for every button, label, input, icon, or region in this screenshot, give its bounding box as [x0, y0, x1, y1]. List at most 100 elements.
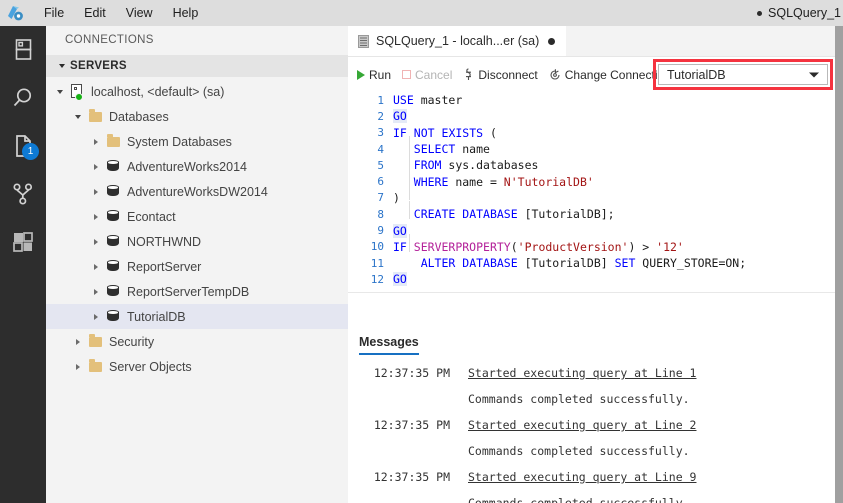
disconnect-plug-icon: [463, 68, 474, 81]
folder-icon: [86, 334, 104, 347]
tree-item[interactable]: ReportServer: [46, 254, 348, 279]
code-line: 12 GO: [348, 271, 843, 287]
tree-item-label: AdventureWorks2014: [127, 159, 247, 174]
tree-item[interactable]: localhost, <default> (sa): [46, 79, 348, 104]
app-window: File Edit View Help SQLQuery_1 1 CONNECT…: [0, 0, 843, 503]
code-line: 4 SELECT name: [348, 141, 843, 157]
message-link[interactable]: Started executing query at Line 1: [468, 366, 696, 380]
message-row: 12:37:35 PM Started executing query at Li…: [348, 360, 843, 386]
chevron-right-icon[interactable]: [88, 238, 104, 245]
indent-guide: [409, 234, 410, 252]
app-logo-icon: [6, 4, 24, 22]
code-line: 1 USE master: [348, 92, 843, 108]
code-line-text: USE master: [393, 93, 463, 108]
tree-item-label: localhost, <default> (sa): [91, 84, 225, 99]
menu-help[interactable]: Help: [163, 0, 209, 26]
activity-item-servers[interactable]: [0, 26, 46, 74]
chevron-right-icon[interactable]: [70, 338, 86, 345]
sql-code-editor[interactable]: 1 USE master 2 GO 3 IF NOT EXISTS (4 SELECT n…: [348, 92, 843, 293]
message-text: Commands completed successfully.: [468, 392, 690, 406]
line-number: 9: [377, 224, 384, 238]
chevron-right-icon[interactable]: [88, 213, 104, 220]
extensions-icon: [12, 231, 34, 253]
message-text: Commands completed successfully.: [468, 496, 690, 503]
tree-item[interactable]: TutorialDB: [46, 304, 348, 329]
line-number: 2: [377, 109, 384, 123]
database-icon: [104, 310, 122, 323]
run-button[interactable]: Run: [357, 68, 391, 82]
source-control-branch-icon: [12, 182, 34, 206]
message-timestamp: 12:37:35 PM: [373, 470, 450, 484]
database-dropdown[interactable]: TutorialDB: [658, 64, 828, 85]
sidebar: CONNECTIONS SERVERS localhost, <default>…: [46, 26, 348, 503]
message-row: Commands completed successfully.: [348, 386, 843, 412]
tree-item[interactable]: NORTHWND: [46, 229, 348, 254]
line-number: 10: [370, 240, 384, 254]
database-icon: [104, 210, 122, 223]
menu-bar: File Edit View Help: [34, 0, 208, 26]
tree-item[interactable]: Econtact: [46, 204, 348, 229]
chevron-right-icon[interactable]: [88, 288, 104, 295]
code-line-text: IF SERVERPROPERTY('ProductVersion') > '1…: [393, 239, 684, 254]
chevron-right-icon[interactable]: [88, 263, 104, 270]
message-link[interactable]: Started executing query at Line 2: [468, 418, 696, 432]
tree-item-label: ReportServerTempDB: [127, 284, 250, 299]
chevron-down-icon[interactable]: [70, 114, 86, 119]
menu-file[interactable]: File: [34, 0, 74, 26]
disconnect-button[interactable]: Disconnect: [463, 68, 538, 82]
messages-panel: Messages 12:37:35 PM Started executing qu…: [348, 327, 843, 503]
explorer-badge: 1: [22, 143, 39, 160]
chevron-down-icon[interactable]: [52, 89, 68, 94]
tab-sqlquery-1[interactable]: SQLQuery_1 - localh...er (sa): [348, 26, 567, 56]
activity-item-source-control[interactable]: [0, 170, 46, 218]
tree-item[interactable]: ReportServerTempDB: [46, 279, 348, 304]
line-number: 6: [377, 175, 384, 189]
database-icon: [104, 285, 122, 298]
tree-item[interactable]: AdventureWorksDW2014: [46, 179, 348, 204]
message-link[interactable]: Started executing query at Line 9: [468, 470, 696, 484]
tree-item[interactable]: Databases: [46, 104, 348, 129]
activity-item-search[interactable]: [0, 74, 46, 122]
sidebar-title: CONNECTIONS: [46, 26, 348, 55]
messages-tabstrip: Messages: [348, 327, 843, 355]
title-bar: File Edit View Help SQLQuery_1: [0, 0, 843, 26]
activity-item-extensions[interactable]: [0, 218, 46, 266]
chevron-right-icon[interactable]: [70, 363, 86, 370]
tree-item[interactable]: System Databases: [46, 129, 348, 154]
line-number: 1: [377, 93, 384, 107]
code-line: 10 IF SERVERPROPERTY('ProductVersion') > …: [348, 239, 843, 255]
run-label: Run: [369, 67, 392, 82]
folder-icon: [86, 109, 104, 122]
message-row: 12:37:35 PM Started executing query at Li…: [348, 464, 843, 490]
cancel-button[interactable]: Cancel: [402, 68, 452, 82]
message-row: Commands completed successfully.: [348, 438, 843, 464]
database-icon: [104, 260, 122, 273]
message-row: Commands completed successfully.: [348, 490, 843, 503]
window-title: SQLQuery_1: [757, 0, 843, 26]
line-number: 3: [377, 126, 384, 140]
activity-item-explorer[interactable]: 1: [0, 122, 46, 170]
menu-edit[interactable]: Edit: [74, 0, 116, 26]
chevron-right-icon[interactable]: [88, 188, 104, 195]
menu-view[interactable]: View: [116, 0, 163, 26]
database-dropdown-value: TutorialDB: [667, 67, 726, 82]
code-line: 6 WHERE name = N'TutorialDB': [348, 173, 843, 189]
tab-messages[interactable]: Messages: [359, 335, 419, 355]
tree-item[interactable]: Server Objects: [46, 354, 348, 379]
play-icon: [357, 69, 365, 80]
code-line-text: GO: [393, 109, 407, 124]
database-icon: [104, 185, 122, 198]
tree-item[interactable]: AdventureWorks2014: [46, 154, 348, 179]
chevron-right-icon[interactable]: [88, 313, 104, 320]
message-timestamp: 12:37:35 PM: [373, 418, 450, 432]
sidebar-section-servers[interactable]: SERVERS: [46, 55, 348, 77]
code-line: 8 CREATE DATABASE [TutorialDB];: [348, 206, 843, 222]
message-timestamp: 12:37:35 PM: [373, 366, 450, 380]
tree-item[interactable]: Security: [46, 329, 348, 354]
chevron-right-icon[interactable]: [88, 138, 104, 145]
code-line-text: ): [393, 190, 400, 205]
chevron-right-icon[interactable]: [88, 163, 104, 170]
tree-item-label: Databases: [109, 109, 169, 124]
stop-square-icon: [402, 70, 412, 79]
code-line-text: GO: [393, 272, 407, 287]
